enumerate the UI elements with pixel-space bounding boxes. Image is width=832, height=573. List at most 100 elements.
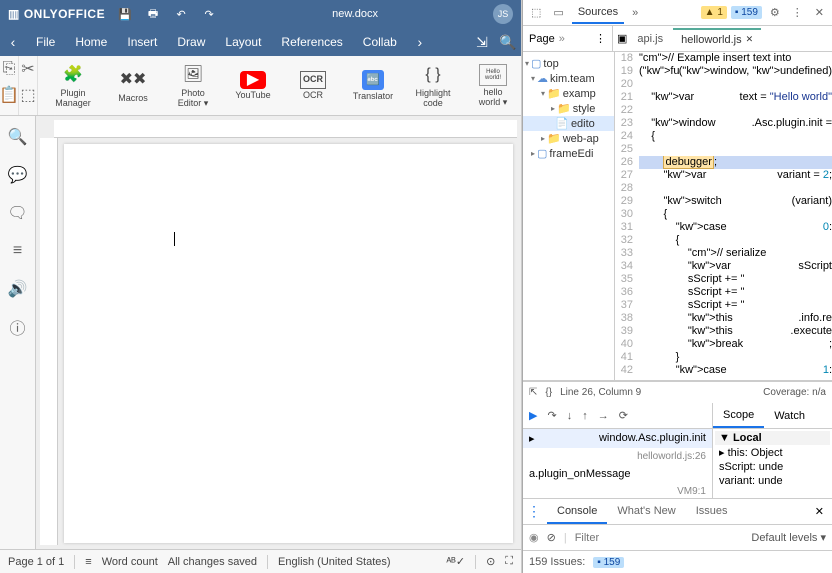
open-location-icon[interactable]: ⇲ bbox=[469, 28, 495, 56]
menu-next-icon[interactable]: › bbox=[407, 28, 433, 56]
file-tree[interactable]: ▾▢ top▾☁ kim.team▾📁 examp▸📁 style 📄 edit… bbox=[523, 52, 615, 380]
scope-row[interactable]: ▼ Local bbox=[715, 431, 830, 445]
code-line[interactable]: 42 "kw">case 1: bbox=[615, 364, 832, 377]
undo-icon[interactable]: ↶ bbox=[173, 6, 189, 22]
scope-row[interactable]: variant: unde bbox=[715, 474, 830, 488]
code-line[interactable]: 37 sScript += " bbox=[615, 299, 832, 312]
print-icon[interactable]: 🖶 bbox=[145, 6, 161, 22]
cut-icon[interactable]: ✂ bbox=[19, 60, 37, 78]
code-line[interactable]: 23 "kw">window.Asc.plugin.init = bbox=[615, 117, 832, 130]
drawer-tab-issues[interactable]: Issues bbox=[686, 500, 738, 524]
code-line[interactable]: 29 "kw">switch (variant) bbox=[615, 195, 832, 208]
callstack-frame[interactable]: a.plugin_onMessage bbox=[523, 465, 712, 483]
deactivate-bp-icon[interactable]: ⟳ bbox=[619, 409, 628, 422]
save-icon[interactable]: 💾 bbox=[117, 6, 133, 22]
scope-row[interactable]: sScript: unde bbox=[715, 460, 830, 474]
step-over-icon[interactable]: ↷ bbox=[547, 409, 556, 422]
close-devtools-icon[interactable]: ✕ bbox=[811, 4, 828, 21]
copy-icon[interactable]: ⎘ bbox=[0, 60, 18, 78]
call-stack[interactable]: ▸ window.Asc.plugin.inithelloworld.js:26… bbox=[523, 429, 713, 498]
clear-console-icon[interactable]: ⊘ bbox=[547, 531, 556, 544]
warnings-badge[interactable]: ▲ 1 bbox=[701, 6, 727, 19]
nav-icon[interactable]: ≡ bbox=[9, 242, 27, 260]
tracking-icon[interactable]: ⊙ bbox=[486, 555, 495, 568]
code-line[interactable]: 39 "kw">this.execute bbox=[615, 325, 832, 338]
code-line[interactable]: 35 sScript += " bbox=[615, 273, 832, 286]
wordcount-icon[interactable]: ≡ bbox=[85, 556, 91, 568]
log-levels-selector[interactable]: Default levels ▾ bbox=[751, 531, 826, 544]
menu-file[interactable]: File bbox=[26, 28, 65, 56]
more-tabs-icon[interactable]: » bbox=[628, 5, 642, 21]
tree-menu-icon[interactable]: ⋮ bbox=[595, 32, 606, 45]
close-drawer-icon[interactable]: ✕ bbox=[811, 501, 828, 522]
drawer-tab-console[interactable]: Console bbox=[547, 500, 607, 524]
redo-icon[interactable]: ↷ bbox=[201, 6, 217, 22]
code-line[interactable]: 22 bbox=[615, 104, 832, 117]
page-indicator[interactable]: Page 1 of 1 bbox=[8, 556, 64, 568]
code-line[interactable]: 40 "kw">break; bbox=[615, 338, 832, 351]
console-filter-input[interactable] bbox=[575, 532, 744, 544]
settings-icon[interactable]: ⚙ bbox=[766, 4, 784, 21]
code-line[interactable]: 32 { bbox=[615, 234, 832, 247]
code-line[interactable]: 20 bbox=[615, 78, 832, 91]
code-line[interactable]: 24 { bbox=[615, 130, 832, 143]
code-line[interactable]: 34 "kw">var sScript bbox=[615, 260, 832, 273]
tree-node[interactable]: ▾▢ top bbox=[523, 56, 614, 71]
file-nav-icon[interactable]: ▣ bbox=[617, 32, 627, 45]
menu-collab[interactable]: Collab bbox=[353, 28, 407, 56]
callstack-frame[interactable]: ▸ window.Asc.plugin.init bbox=[523, 429, 712, 448]
chat-icon[interactable]: 🗨 bbox=[9, 204, 27, 222]
plugin-braces[interactable]: { }Highlight code bbox=[404, 60, 462, 112]
plugin-translate[interactable]: 🔤Translator bbox=[344, 60, 402, 112]
language-selector[interactable]: English (United States) bbox=[278, 556, 391, 568]
code-line[interactable]: 26 debugger; bbox=[615, 156, 832, 169]
plugin-puzzle[interactable]: 🧩Plugin Manager bbox=[44, 60, 102, 112]
horizontal-ruler[interactable] bbox=[54, 120, 517, 138]
fit-icon[interactable]: ⛶ bbox=[505, 555, 513, 568]
inspect-icon[interactable]: ⬚ bbox=[527, 4, 545, 21]
drawer-handle-icon[interactable]: ⋮ bbox=[527, 503, 545, 520]
tree-node[interactable]: ▸▢ frameEdi bbox=[523, 146, 614, 161]
code-line[interactable]: 19("kw">function("kw">window, "kw">undef… bbox=[615, 65, 832, 78]
wordcount-label[interactable]: Word count bbox=[102, 556, 158, 568]
plugin-photo[interactable]: 🖼Photo Editor ▾ bbox=[164, 60, 222, 112]
scope-row[interactable]: ▸ this: Object bbox=[715, 445, 830, 460]
code-line[interactable]: 36 sScript += " bbox=[615, 286, 832, 299]
issues-count-badge[interactable]: ▪ 159 bbox=[593, 557, 624, 568]
issues-label[interactable]: 159 Issues: bbox=[529, 556, 585, 568]
code-line[interactable]: 38 "kw">this.info.re bbox=[615, 312, 832, 325]
code-line[interactable]: 33 "cm">// serialize bbox=[615, 247, 832, 260]
code-line[interactable]: 41 } bbox=[615, 351, 832, 364]
device-icon[interactable]: ▭ bbox=[549, 4, 567, 21]
tree-node[interactable]: ▾☁ kim.team bbox=[523, 71, 614, 86]
select-icon[interactable]: ⬚ bbox=[19, 86, 37, 104]
spellcheck-icon[interactable]: ᴬᴮ✓ bbox=[446, 555, 465, 568]
menu-draw[interactable]: Draw bbox=[167, 28, 215, 56]
kebab-icon[interactable]: ⋮ bbox=[788, 4, 807, 21]
tree-node[interactable]: ▸📁 web-ap bbox=[523, 131, 614, 146]
find-icon[interactable]: 🔍 bbox=[9, 128, 27, 146]
live-expr-icon[interactable]: ◉ bbox=[529, 531, 539, 544]
info-badge[interactable]: ▪ 159 bbox=[731, 6, 762, 19]
code-line[interactable]: 28 bbox=[615, 182, 832, 195]
page-tree-tab[interactable]: Page bbox=[529, 33, 555, 45]
plugin-macros[interactable]: ✖✖Macros bbox=[104, 60, 162, 112]
expand-icon[interactable]: ⇱ bbox=[529, 387, 537, 398]
paste-icon[interactable]: 📋 bbox=[0, 86, 18, 104]
menu-layout[interactable]: Layout bbox=[215, 28, 271, 56]
vertical-ruler[interactable] bbox=[40, 138, 58, 545]
file-tab-api.js[interactable]: api.js bbox=[629, 29, 671, 49]
step-icon[interactable]: → bbox=[598, 410, 609, 422]
more-icon[interactable]: » bbox=[559, 33, 565, 45]
menu-prev-icon[interactable]: ‹ bbox=[0, 28, 26, 56]
pretty-print-icon[interactable]: {} bbox=[545, 387, 552, 398]
step-out-icon[interactable]: ↑ bbox=[582, 410, 588, 422]
code-line[interactable]: 27 "kw">var variant = 2; bbox=[615, 169, 832, 182]
menu-references[interactable]: References bbox=[271, 28, 352, 56]
tree-node[interactable]: ▾📁 examp bbox=[523, 86, 614, 101]
drawer-tab-whatsnew[interactable]: What's New bbox=[607, 500, 685, 524]
tab-watch[interactable]: Watch bbox=[764, 405, 815, 427]
feedback-icon[interactable]: 🔊 bbox=[9, 280, 27, 298]
code-line[interactable]: 31 "kw">case 0: bbox=[615, 221, 832, 234]
code-editor[interactable]: 18"cm">// Example insert text into19("kw… bbox=[615, 52, 832, 380]
